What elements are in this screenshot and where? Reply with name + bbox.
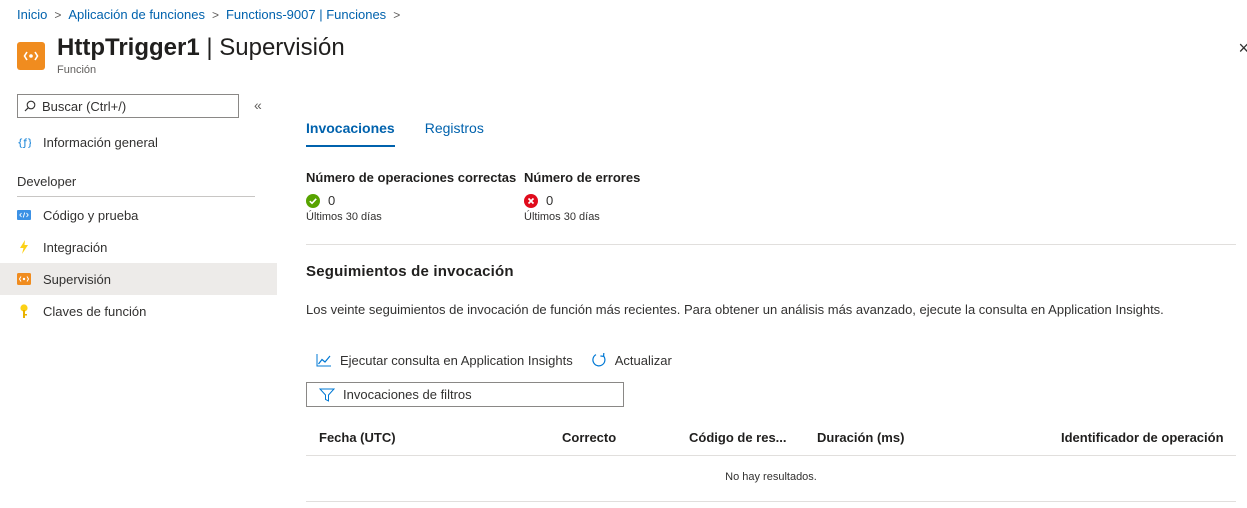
metric-value: 0 — [328, 193, 336, 208]
key-icon — [17, 304, 31, 318]
breadcrumb-separator: > — [211, 7, 219, 22]
sidebar-section-developer: Developer — [17, 174, 77, 189]
tab-invocations[interactable]: Invocaciones — [306, 118, 395, 147]
sidebar-item-label: Claves de función — [43, 303, 147, 319]
metric-value: 0 — [546, 193, 554, 208]
column-duration[interactable]: Duración (ms) — [817, 430, 904, 445]
error-circle-icon — [524, 193, 538, 208]
filter-invocations-button[interactable]: Invocaciones de filtros — [306, 382, 624, 407]
refresh-label: Actualizar — [614, 352, 672, 368]
function-icon — [17, 42, 45, 70]
filter-icon — [319, 388, 335, 402]
sidebar-item-function-keys[interactable]: Claves de función — [0, 295, 277, 327]
search-field[interactable] — [17, 94, 239, 118]
toolbar: Ejecutar consulta en Application Insight… — [316, 352, 690, 368]
sidebar-item-label: Código y prueba — [43, 207, 139, 223]
metric-title: Número de errores — [524, 170, 641, 185]
close-icon[interactable]: × — [1238, 38, 1247, 59]
breadcrumb-separator: > — [54, 7, 62, 22]
svg-text:{ƒ}: {ƒ} — [17, 138, 31, 149]
sidebar-item-code-test[interactable]: Código y prueba — [0, 199, 277, 231]
chart-line-icon — [316, 353, 332, 367]
metric-errors: Número de errores 0 Últimos 30 días — [524, 170, 640, 223]
filter-label: Invocaciones de filtros — [343, 387, 472, 402]
function-overview-icon: {ƒ} — [17, 135, 31, 149]
traces-title: Seguimientos de invocación — [306, 263, 514, 280]
column-success[interactable]: Correcto — [562, 430, 616, 445]
breadcrumb-function-app[interactable]: Aplicación de funciones — [68, 7, 205, 22]
column-result-code[interactable]: Código de res... — [689, 430, 787, 445]
metric-title: Número de operaciones correctas — [306, 170, 517, 185]
collapse-sidebar-icon[interactable]: « — [254, 97, 262, 113]
sidebar-item-label: Información general — [43, 134, 158, 150]
section-divider — [306, 244, 1236, 245]
empty-results: No hay resultados. — [725, 471, 817, 483]
metric-success: Número de operaciones correctas 0 Último… — [306, 170, 516, 223]
column-operation-id[interactable]: Identificador de operación — [1061, 430, 1224, 445]
sidebar-item-label: Supervisión — [43, 271, 111, 287]
tab-logs[interactable]: Registros — [425, 118, 484, 147]
metric-period: Últimos 30 días — [306, 211, 382, 223]
page-header: HttpTrigger1 | Supervisión Función — [17, 34, 345, 76]
sidebar-item-integration[interactable]: Integración — [0, 231, 277, 263]
breadcrumb: Inicio > Aplicación de funciones > Funct… — [17, 7, 407, 22]
monitor-icon — [17, 272, 31, 286]
breadcrumb-functions[interactable]: Functions-9007 | Funciones — [226, 7, 386, 22]
sidebar-item-label: Integración — [43, 239, 108, 255]
traces-description: Los veinte seguimientos de invocación de… — [306, 302, 1164, 317]
sidebar-item-overview[interactable]: {ƒ} Información general — [0, 126, 277, 158]
refresh-icon — [591, 352, 607, 368]
table-header: Fecha (UTC) Correcto Código de res... Du… — [306, 430, 1236, 456]
breadcrumb-home[interactable]: Inicio — [17, 7, 47, 22]
run-query-button[interactable]: Ejecutar consulta en Application Insight… — [316, 353, 573, 368]
search-icon — [24, 100, 36, 112]
code-icon — [17, 208, 31, 222]
page-title-function: HttpTrigger1 — [57, 34, 200, 61]
table-bottom-divider — [306, 501, 1236, 502]
page-title-blade: | Supervisión — [199, 34, 345, 61]
run-query-label: Ejecutar consulta en Application Insight… — [340, 352, 573, 368]
breadcrumb-separator: > — [393, 7, 401, 22]
search-input[interactable] — [42, 98, 222, 114]
page-subtitle: Función — [57, 64, 97, 76]
sidebar-item-monitoring[interactable]: Supervisión — [0, 263, 277, 295]
check-circle-icon — [306, 193, 320, 208]
column-date[interactable]: Fecha (UTC) — [319, 430, 396, 445]
refresh-button[interactable]: Actualizar — [591, 352, 672, 368]
metric-period: Últimos 30 días — [524, 211, 600, 223]
sidebar-divider — [17, 196, 255, 197]
table-header-divider — [306, 455, 1236, 456]
lightning-icon — [17, 240, 31, 254]
page-title: HttpTrigger1 | Supervisión — [57, 34, 345, 62]
tab-bar: Invocaciones Registros — [306, 118, 514, 147]
